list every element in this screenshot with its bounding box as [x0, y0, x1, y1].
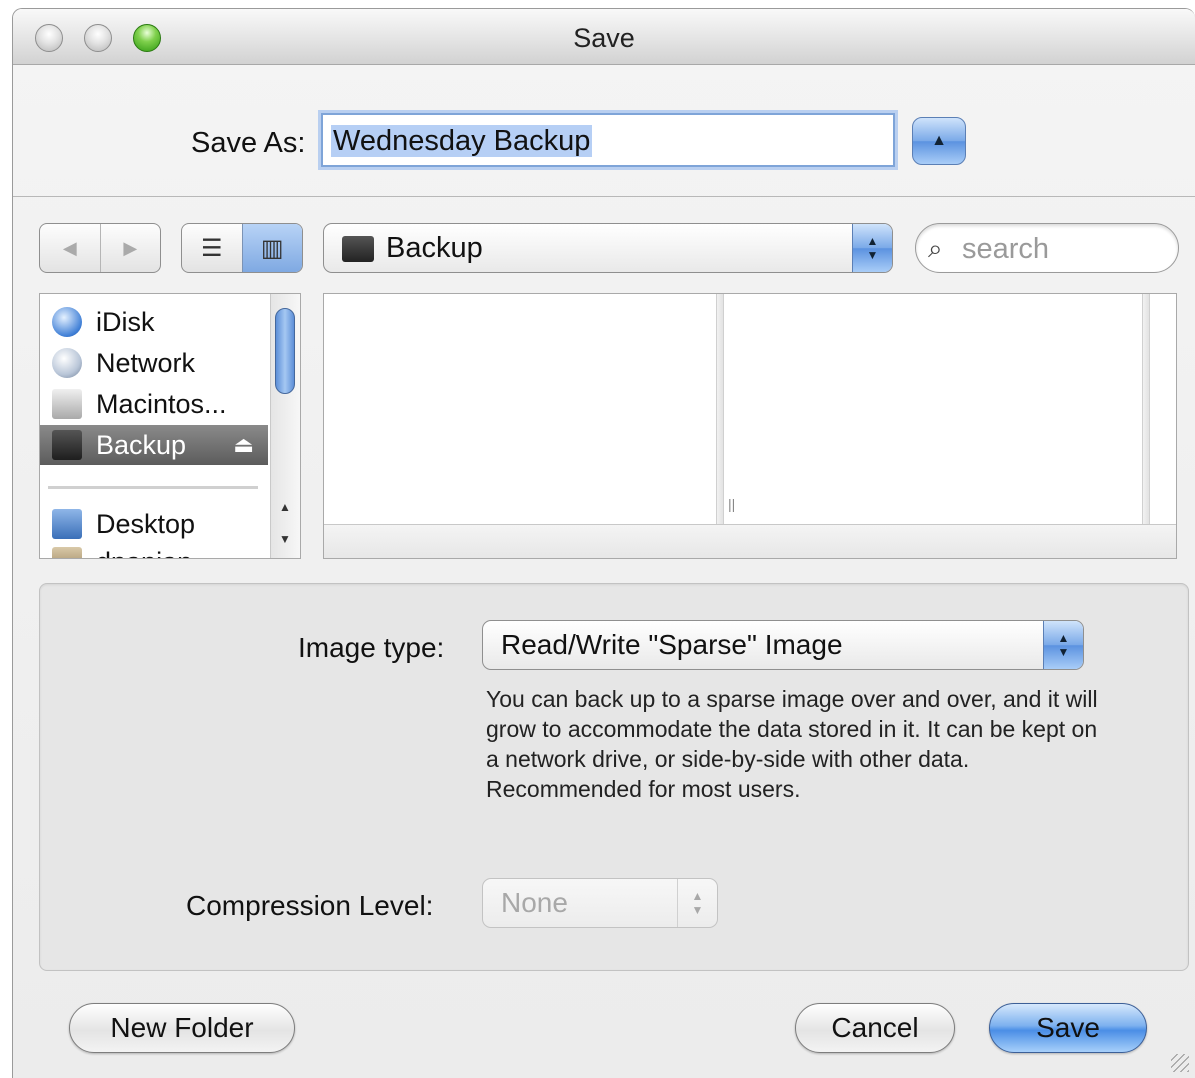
compression-level-value: None [501, 887, 568, 918]
image-type-description: You can back up to a sparse image over a… [486, 686, 1098, 802]
new-folder-button[interactable]: New Folder [69, 1003, 295, 1053]
search-field[interactable]: ⌕ search [915, 223, 1179, 273]
cancel-button[interactable]: Cancel [795, 1003, 955, 1053]
sidebar-item-label: iDisk [96, 306, 155, 337]
save-as-value: Wednesday Backup [331, 125, 593, 157]
compression-level-popup: None ▲ ▼ [482, 878, 718, 928]
column-resize-grip[interactable]: || [728, 496, 735, 512]
header-divider [13, 196, 1195, 197]
save-dialog-window: Save Save As: Wednesday Backup ▲ ◀ ▶ ☰ ▥… [12, 8, 1195, 1078]
sidebar-item-idisk[interactable]: iDisk [40, 302, 268, 342]
home-icon [52, 547, 82, 558]
scroll-down-icon[interactable]: ▼ [271, 524, 299, 554]
sidebar-item-label: dpanian [96, 547, 192, 559]
triangle-up-icon: ▲ [931, 132, 947, 149]
window-title: Save [573, 23, 635, 53]
external-drive-icon [52, 430, 82, 460]
sidebar-item-label: Macintos... [96, 388, 227, 419]
sidebar-item-backup[interactable]: Backup ⏏ [40, 425, 268, 465]
back-button[interactable]: ◀ [40, 224, 101, 272]
save-button[interactable]: Save [989, 1003, 1147, 1053]
title-bar: Save [13, 9, 1195, 65]
popup-arrows-icon: ▲ ▼ [852, 224, 892, 272]
location-popup[interactable]: Backup ▲ ▼ [323, 223, 893, 273]
sidebar-item-desktop[interactable]: Desktop [40, 504, 268, 544]
image-type-label: Image type: [298, 632, 445, 663]
column-browser: || [323, 293, 1177, 559]
scroll-up-icon[interactable]: ▲ [271, 492, 299, 522]
sidebar-separator [48, 486, 258, 489]
eject-icon[interactable]: ⏏ [233, 432, 254, 458]
list-view-icon: ☰ [200, 234, 223, 262]
sidebar-item-label: Desktop [96, 508, 196, 539]
sidebar-item-label: Network [96, 347, 196, 378]
column-view-icon: ▥ [260, 234, 284, 262]
resize-grip-icon[interactable] [1171, 1054, 1189, 1072]
sidebar-item-network[interactable]: Network [40, 343, 268, 383]
image-type-value: Read/Write "Sparse" Image [501, 629, 843, 660]
popup-arrows-icon: ▲ ▼ [1043, 621, 1083, 669]
desktop-icon [52, 509, 82, 539]
popup-arrows-icon: ▲ ▼ [677, 879, 717, 927]
idisk-icon [52, 307, 82, 337]
image-type-popup[interactable]: Read/Write "Sparse" Image ▲ ▼ [482, 620, 1084, 670]
compression-level-label: Compression Level: [186, 890, 434, 921]
column-divider[interactable] [1142, 294, 1150, 526]
location-label: Backup [386, 232, 483, 264]
sidebar-item-macintosh-hd[interactable]: Macintos... [40, 384, 268, 424]
forward-button[interactable]: ▶ [101, 224, 161, 272]
column-view-button[interactable]: ▥ [241, 224, 302, 272]
collapse-dialog-button[interactable]: ▲ [912, 117, 966, 165]
sidebar-scroll-thumb[interactable] [275, 308, 295, 394]
hard-drive-icon [52, 389, 82, 419]
horizontal-scrollbar[interactable] [324, 524, 1176, 558]
back-arrow-icon: ◀ [62, 237, 77, 258]
back-forward-control: ◀ ▶ [39, 223, 161, 273]
save-as-input[interactable]: Wednesday Backup [321, 113, 895, 167]
sidebar-item-home[interactable]: dpanian [40, 542, 268, 559]
forward-arrow-icon: ▶ [123, 237, 138, 258]
column-divider[interactable] [716, 294, 724, 526]
search-icon: ⌕ [928, 233, 943, 263]
list-view-button[interactable]: ☰ [182, 224, 242, 272]
save-as-label: Save As: [191, 127, 306, 159]
external-drive-icon [342, 236, 374, 262]
sidebar: iDisk Network Macintos... Backup ⏏ Deskt… [39, 293, 301, 559]
network-icon [52, 348, 82, 378]
sidebar-item-label: Backup [96, 429, 187, 460]
view-mode-control: ☰ ▥ [181, 223, 303, 273]
search-placeholder: search [962, 233, 1050, 265]
image-options-panel: Image type: Read/Write "Sparse" Image ▲ ▼… [39, 583, 1189, 971]
sidebar-scrollbar[interactable]: ▲ ▼ [270, 294, 300, 558]
